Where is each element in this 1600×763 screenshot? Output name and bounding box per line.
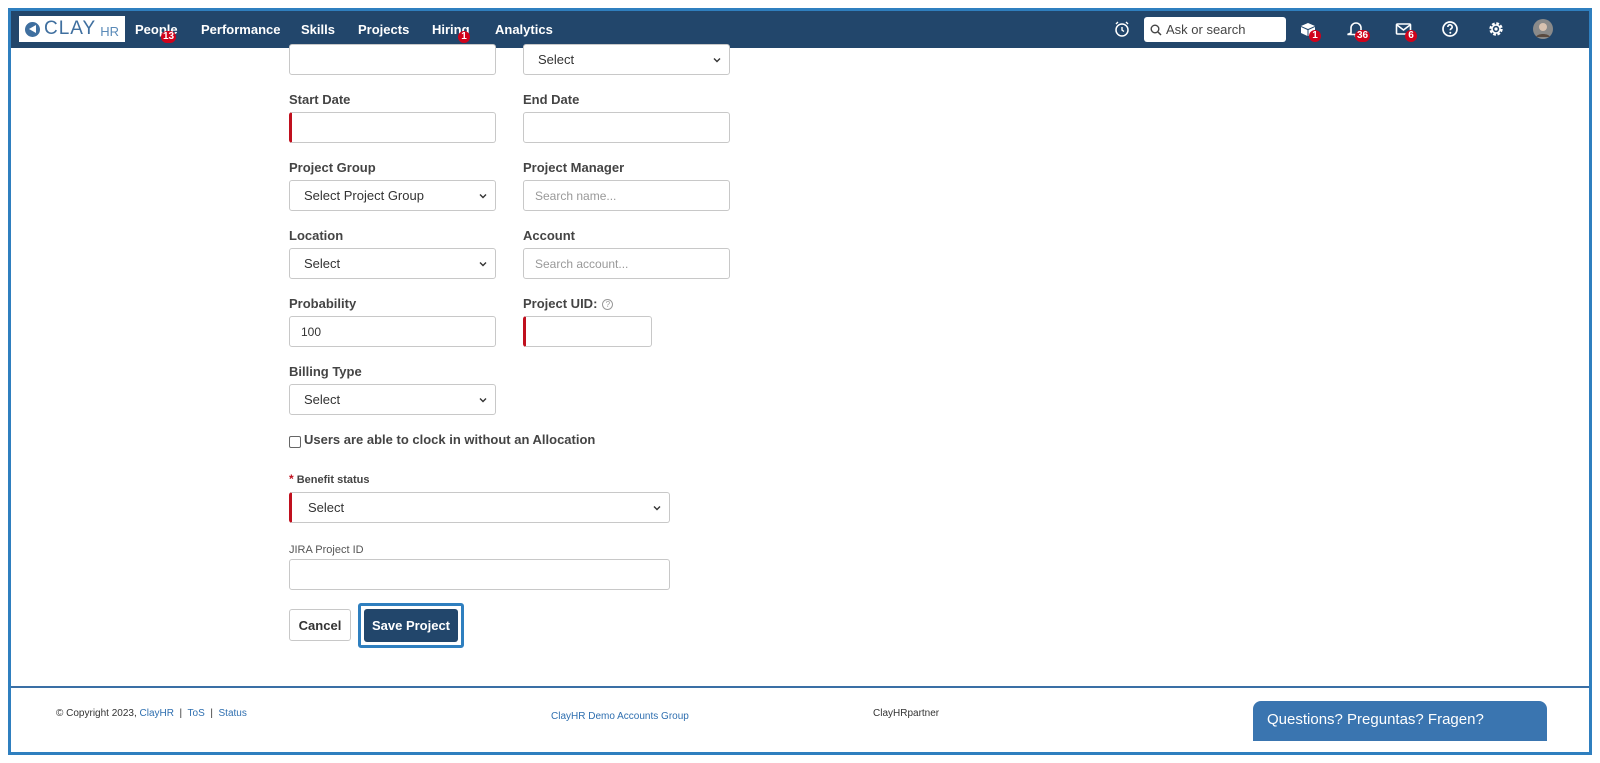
end-date-input[interactable] — [523, 112, 730, 143]
logo-mark-icon — [25, 21, 40, 37]
gear-icon[interactable] — [1487, 20, 1505, 38]
nav-performance[interactable]: Performance — [201, 11, 280, 48]
search-icon — [1150, 24, 1162, 36]
clock-in-checkbox-label[interactable]: Users are able to clock in without an Al… — [304, 432, 595, 447]
footer-partner-logo[interactable]: ClayHRpartner — [873, 708, 939, 719]
nav-analytics[interactable]: Analytics — [495, 11, 553, 48]
probability-field[interactable] — [301, 324, 495, 339]
top-left-input[interactable] — [289, 44, 496, 75]
billing-type-select[interactable]: Select — [289, 384, 496, 415]
start-date-field[interactable] — [306, 120, 495, 135]
box-badge: 1 — [1309, 30, 1321, 42]
help-icon[interactable] — [1441, 20, 1459, 38]
account-field[interactable] — [535, 256, 729, 271]
logo-text: CLAY — [44, 18, 97, 39]
project-group-label: Project Group — [289, 160, 376, 175]
project-group-select[interactable]: Select Project Group — [289, 180, 496, 211]
mail-badge: 6 — [1405, 30, 1417, 42]
project-manager-field[interactable] — [535, 188, 729, 203]
location-select[interactable]: Select — [289, 248, 496, 279]
top-right-select-value: Select — [538, 52, 575, 67]
location-label: Location — [289, 228, 344, 243]
partner-logo-clayhr: ClayHR — [873, 708, 908, 719]
partner-logo-partner: partner — [907, 708, 940, 719]
probability-input[interactable] — [289, 316, 496, 347]
project-manager-input[interactable] — [523, 180, 730, 211]
project-uid-label-text: Project UID: — [523, 296, 598, 311]
save-project-button[interactable]: Save Project — [364, 609, 458, 642]
footer-copyright: © Copyright 2023, ClayHR | ToS | Status — [56, 708, 247, 719]
project-uid-field[interactable] — [540, 324, 651, 339]
chevron-down-icon — [713, 58, 721, 63]
project-uid-label: Project UID:? — [523, 296, 614, 311]
nav-skills-label: Skills — [301, 22, 335, 37]
probability-label: Probability — [289, 296, 357, 311]
clock-in-checkbox[interactable] — [289, 436, 301, 448]
footer-separator: | — [210, 708, 213, 719]
footer-separator: | — [179, 708, 183, 719]
cancel-button[interactable]: Cancel — [289, 609, 351, 641]
tos-link[interactable]: ToS — [188, 708, 205, 719]
chevron-down-icon — [479, 398, 487, 403]
clayhr-logo[interactable]: CLAY HR — [19, 16, 125, 42]
people-badge: 13 — [161, 31, 177, 43]
chevron-down-icon — [479, 194, 487, 199]
benefit-status-select[interactable]: Select — [289, 492, 670, 523]
nav-analytics-label: Analytics — [495, 22, 553, 37]
start-date-label: Start Date — [289, 92, 351, 107]
clayhr-link[interactable]: ClayHR — [140, 708, 174, 719]
billing-type-value: Select — [304, 392, 341, 407]
project-uid-input[interactable] — [523, 316, 652, 347]
benefit-status-value: Select — [308, 500, 345, 515]
question-circle-icon[interactable]: ? — [602, 299, 614, 310]
billing-type-label: Billing Type — [289, 364, 362, 379]
alarm-clock-icon[interactable] — [1113, 20, 1131, 38]
nav-performance-label: Performance — [201, 22, 281, 37]
help-chat-button[interactable]: Questions? Preguntas? Fragen? — [1253, 701, 1547, 741]
footer-group-link[interactable]: ClayHR Demo Accounts Group — [551, 711, 689, 722]
bell-icon[interactable]: 36 — [1347, 20, 1371, 42]
location-value: Select — [304, 256, 341, 271]
top-nav: CLAY HR People 13 Performance Skills Pro… — [11, 11, 1589, 48]
hiring-badge: 1 — [458, 31, 470, 43]
nav-people[interactable]: People 13 — [135, 11, 178, 48]
global-search[interactable] — [1144, 17, 1286, 42]
nav-hiring[interactable]: Hiring 1 — [432, 11, 470, 48]
jira-project-id-field[interactable] — [304, 567, 669, 582]
nav-skills[interactable]: Skills — [301, 11, 335, 48]
nav-projects-label: Projects — [358, 22, 410, 37]
copyright-text: © Copyright 2023, — [56, 708, 137, 719]
nav-projects[interactable]: Projects — [345, 11, 422, 48]
box-icon[interactable]: 1 — [1299, 20, 1321, 42]
benefit-status-label: * Benefit status — [289, 472, 369, 486]
top-left-input-field[interactable] — [304, 52, 495, 67]
project-manager-label: Project Manager — [523, 160, 625, 175]
status-link[interactable]: Status — [219, 708, 247, 719]
benefit-status-label-text: Benefit status — [296, 474, 370, 486]
account-label: Account — [523, 228, 575, 243]
required-asterisk: * — [289, 472, 294, 486]
account-input[interactable] — [523, 248, 730, 279]
footer-divider — [11, 686, 1589, 688]
chevron-down-icon — [479, 262, 487, 267]
mail-icon[interactable]: 6 — [1395, 20, 1417, 42]
logo-text-hr: HR — [100, 23, 120, 39]
avatar[interactable] — [1533, 19, 1553, 39]
project-group-value: Select Project Group — [304, 188, 424, 203]
start-date-input[interactable] — [289, 112, 496, 143]
bell-badge: 36 — [1355, 30, 1371, 42]
end-date-field[interactable] — [538, 120, 729, 135]
end-date-label: End Date — [523, 92, 580, 107]
top-right-select[interactable]: Select — [523, 44, 730, 75]
chevron-down-icon — [653, 506, 661, 511]
save-button-focus-ring: Save Project — [358, 603, 464, 648]
jira-project-id-input[interactable] — [289, 559, 670, 590]
app-frame: CLAY HR People 13 Performance Skills Pro… — [8, 8, 1592, 755]
search-input[interactable] — [1166, 22, 1276, 37]
jira-project-id-label: JIRA Project ID — [289, 544, 364, 556]
